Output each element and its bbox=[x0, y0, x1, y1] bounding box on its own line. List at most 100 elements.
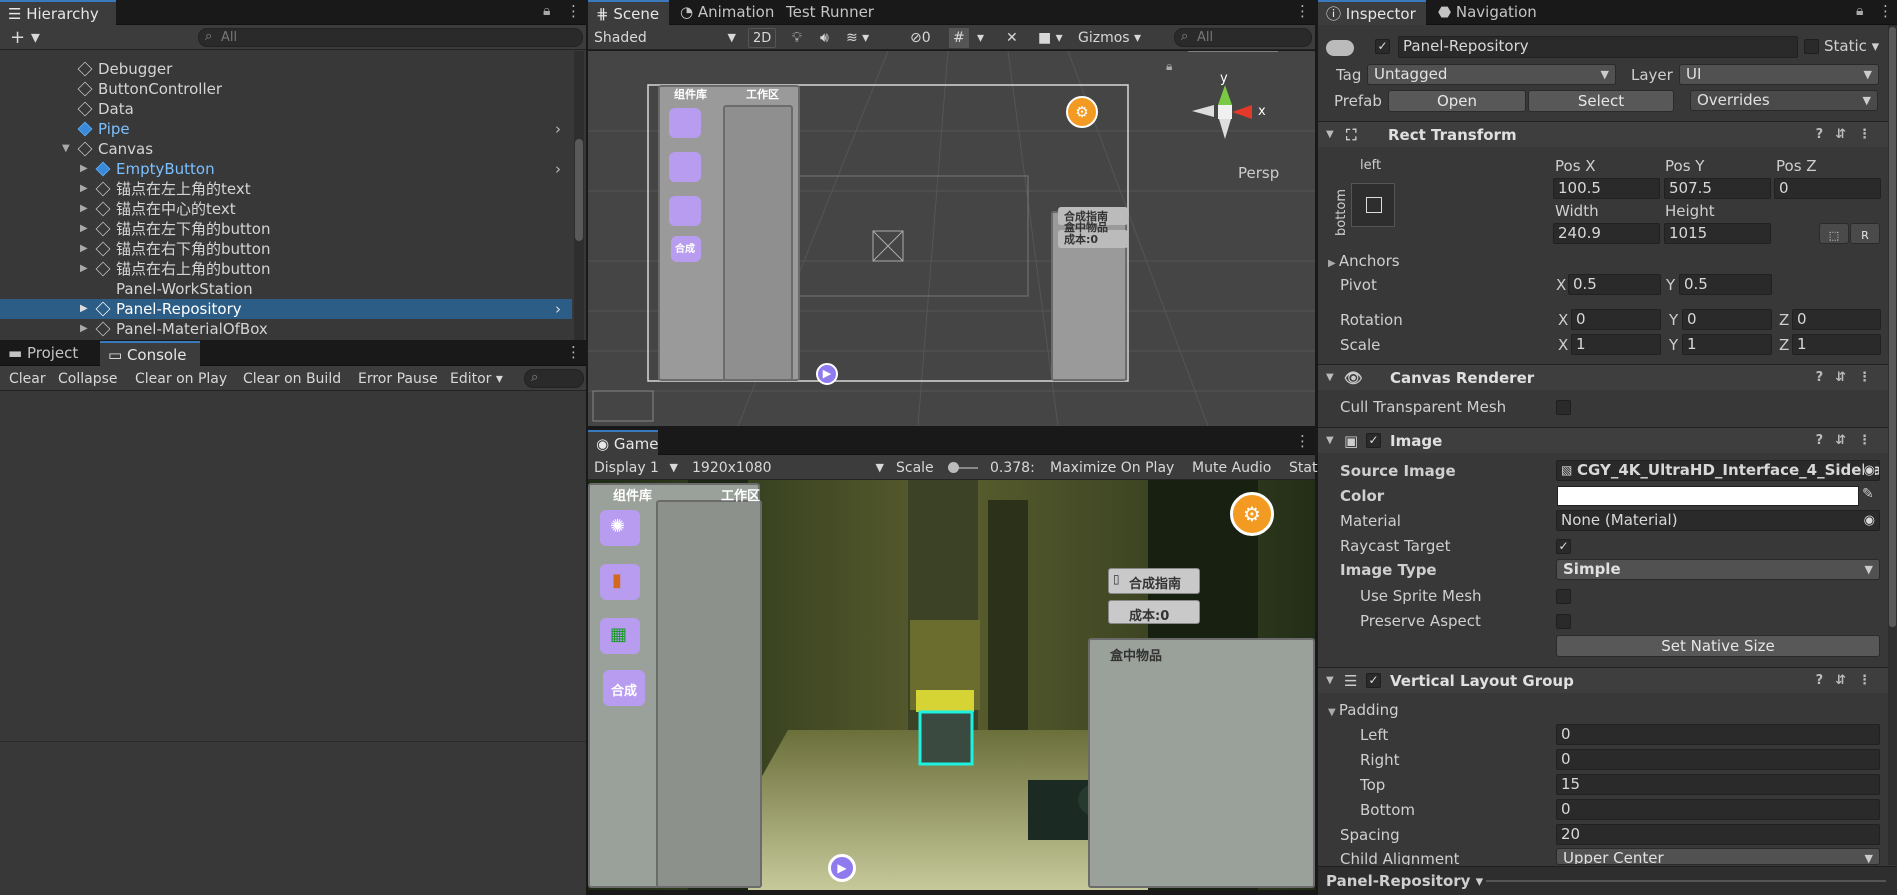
clear-on-build-button[interactable]: Clear on Build bbox=[239, 369, 345, 389]
grid-icon[interactable]: # bbox=[949, 28, 969, 48]
effects-icon[interactable]: ≋ ▾ bbox=[842, 28, 873, 48]
inspector-scrollbar[interactable] bbox=[1888, 25, 1897, 865]
image-type-dropdown[interactable]: Simple ▼ bbox=[1556, 559, 1880, 580]
scene-play-icon[interactable]: ▶ bbox=[816, 363, 838, 385]
blueprint-mode-button[interactable]: ⬚ bbox=[1819, 223, 1849, 244]
set-native-size-button[interactable]: Set Native Size bbox=[1556, 635, 1880, 657]
tab-animation[interactable]: ◔ Animation bbox=[672, 0, 774, 25]
padding-bottom-field[interactable]: 0 bbox=[1556, 799, 1880, 820]
tree-item-pipe[interactable]: Pipe › bbox=[0, 119, 572, 139]
audio-icon[interactable]: 🔊︎ bbox=[816, 28, 833, 48]
pos-z-field[interactable]: 0 bbox=[1774, 178, 1881, 199]
footer-resize-handle[interactable] bbox=[1486, 880, 1886, 882]
height-field[interactable]: 1015 bbox=[1664, 223, 1771, 244]
raw-edit-button[interactable]: R bbox=[1850, 223, 1880, 244]
tree-item-debugger[interactable]: Debugger bbox=[0, 59, 572, 79]
scene-view[interactable]: 组件库 工作区 合成 合成指南 成本:0 盒中物品 ⚙ ▶ 🔒︎ y x Per… bbox=[588, 51, 1315, 426]
game-component-battery[interactable]: ▮ bbox=[600, 564, 640, 600]
raycast-checkbox[interactable]: ✓ bbox=[1556, 539, 1571, 554]
component-header-icons[interactable]: ?⇵⋮ bbox=[1816, 122, 1883, 148]
grid-dropdown[interactable]: ▾ bbox=[973, 28, 988, 48]
add-object-button[interactable]: + ▾ bbox=[6, 28, 44, 48]
tree-item-panel-repository[interactable]: ▶ Panel-Repository › bbox=[0, 299, 572, 319]
static-dropdown[interactable]: Static ▾ bbox=[1824, 37, 1879, 55]
game-merge-button[interactable]: 合成 bbox=[603, 670, 645, 706]
scrollbar-thumb[interactable] bbox=[575, 139, 583, 241]
scene-component-battery[interactable] bbox=[669, 152, 701, 182]
tag-dropdown[interactable]: Untagged ▼ bbox=[1367, 64, 1616, 85]
hierarchy-scrollbar[interactable] bbox=[574, 51, 584, 340]
tree-item-data[interactable]: Data bbox=[0, 99, 572, 119]
more-menu-icon[interactable]: ⋮ bbox=[1878, 2, 1893, 20]
mute-audio-toggle[interactable]: Mute Audio bbox=[1188, 458, 1275, 478]
persp-label[interactable]: Persp bbox=[1238, 164, 1279, 182]
scene-settings-gear-icon[interactable]: ⚙ bbox=[1066, 96, 1098, 128]
game-panel-workstation[interactable] bbox=[656, 500, 762, 888]
pivot-x-field[interactable]: 0.5 bbox=[1568, 274, 1661, 295]
more-menu-icon[interactable]: ⋮ bbox=[1295, 432, 1310, 450]
game-component-gear[interactable]: ✺ bbox=[600, 510, 640, 546]
scale-y-field[interactable]: 1 bbox=[1682, 334, 1772, 355]
scene-lock-icon[interactable]: 🔒︎ bbox=[1166, 59, 1172, 74]
tab-test-runner[interactable]: Test Runner bbox=[778, 0, 878, 25]
console-search-input[interactable]: ⌕ bbox=[524, 369, 584, 388]
chevron-right-icon[interactable]: › bbox=[555, 299, 561, 319]
more-menu-icon[interactable]: ⋮ bbox=[566, 343, 581, 361]
axis-x-arrow[interactable] bbox=[1232, 105, 1252, 119]
tab-console[interactable]: ▭ Console bbox=[100, 341, 200, 366]
rotation-z-field[interactable]: 0 bbox=[1792, 309, 1881, 330]
tree-item-canvas[interactable]: ▼ Canvas bbox=[0, 139, 572, 159]
shading-dropdown[interactable]: Shaded ▼ bbox=[590, 28, 740, 48]
source-image-field[interactable]: ▧ CGY_4K_UltraHD_Interface_4_Sidebar ◉ bbox=[1556, 460, 1880, 481]
color-swatch[interactable] bbox=[1557, 486, 1859, 506]
expand-right-icon[interactable]: ▶ bbox=[80, 199, 88, 219]
cull-checkbox[interactable] bbox=[1556, 400, 1571, 415]
scale-z-field[interactable]: 1 bbox=[1792, 334, 1881, 355]
tab-scene[interactable]: ⋕ Scene bbox=[588, 0, 669, 25]
footer-object-dropdown[interactable]: Panel-Repository ▾ bbox=[1326, 872, 1483, 890]
padding-foldout[interactable]: ▼ Padding bbox=[1328, 701, 1399, 719]
scale-x-field[interactable]: 1 bbox=[1571, 334, 1661, 355]
lock-icon[interactable]: 🔒︎ bbox=[543, 3, 550, 19]
padding-right-field[interactable]: 0 bbox=[1556, 749, 1880, 770]
2d-toggle[interactable]: 2D bbox=[748, 28, 777, 48]
tree-item-button-bottomright[interactable]: ▶ 锚点在右下角的button bbox=[0, 239, 572, 259]
component-header-icons[interactable]: ?⇵⋮ bbox=[1816, 365, 1883, 391]
chevron-right-icon[interactable]: › bbox=[555, 119, 561, 139]
hidden-objects-toggle[interactable]: ⊘0 bbox=[906, 28, 935, 48]
spacing-field[interactable]: 20 bbox=[1556, 824, 1880, 845]
component-header-icons[interactable]: ?⇵⋮ bbox=[1816, 428, 1883, 454]
scene-search-input[interactable]: ⌕ All bbox=[1174, 28, 1312, 47]
expand-right-icon[interactable]: ▶ bbox=[80, 299, 88, 319]
expand-right-icon[interactable]: ▶ bbox=[80, 239, 88, 259]
collapse-icon[interactable]: ▼ bbox=[1326, 122, 1334, 148]
axis-neg-y-arrow[interactable] bbox=[1219, 119, 1231, 139]
more-menu-icon[interactable]: ⋮ bbox=[566, 2, 581, 20]
maximize-on-play-toggle[interactable]: Maximize On Play bbox=[1046, 458, 1178, 478]
error-pause-button[interactable]: Error Pause bbox=[354, 369, 442, 389]
eyedropper-icon[interactable]: ✎ bbox=[1862, 486, 1874, 502]
game-panel-materialofbox[interactable] bbox=[1088, 638, 1315, 888]
game-view[interactable]: 组件库 工作区 ✺ ▮ ▦ 合成 ▯ 合成指南 成本:0 盒中物品 ⚙ ▶ bbox=[588, 480, 1315, 890]
tree-item-panel-materialofbox[interactable]: ▶ Panel-MaterialOfBox bbox=[0, 319, 572, 339]
image-enabled-checkbox[interactable]: ✓ bbox=[1366, 433, 1381, 448]
tree-item-text-topleft[interactable]: ▶ 锚点在左上角的text bbox=[0, 179, 572, 199]
expand-down-icon[interactable]: ▼ bbox=[62, 139, 70, 159]
scene-component-chip[interactable] bbox=[669, 196, 701, 226]
tools-icon[interactable]: ✕ bbox=[1002, 28, 1022, 48]
axis-center-cube[interactable] bbox=[1218, 105, 1232, 119]
game-play-icon[interactable]: ▶ bbox=[828, 854, 856, 882]
axis-y-arrow[interactable] bbox=[1218, 85, 1232, 105]
camera-icon[interactable]: ■ ▾ bbox=[1034, 28, 1067, 48]
tree-item-button-bottomleft[interactable]: ▶ 锚点在左下角的button bbox=[0, 219, 572, 239]
axis-neg-x-arrow[interactable] bbox=[1192, 105, 1214, 117]
game-settings-gear-icon[interactable]: ⚙ bbox=[1230, 492, 1274, 536]
padding-left-field[interactable]: 0 bbox=[1556, 724, 1880, 745]
tab-navigation[interactable]: ⬣ Navigation bbox=[1430, 0, 1540, 25]
active-checkbox[interactable]: ✓ bbox=[1375, 39, 1390, 54]
rect-transform-header[interactable]: ▼ ⛶ Rect Transform ?⇵⋮ bbox=[1318, 121, 1897, 147]
expand-right-icon[interactable]: ▶ bbox=[80, 219, 88, 239]
scene-merge-button[interactable]: 合成 bbox=[671, 236, 701, 262]
resolution-dropdown[interactable]: 1920x1080 ▼ bbox=[688, 458, 888, 478]
scene-component-gear[interactable] bbox=[669, 108, 701, 138]
